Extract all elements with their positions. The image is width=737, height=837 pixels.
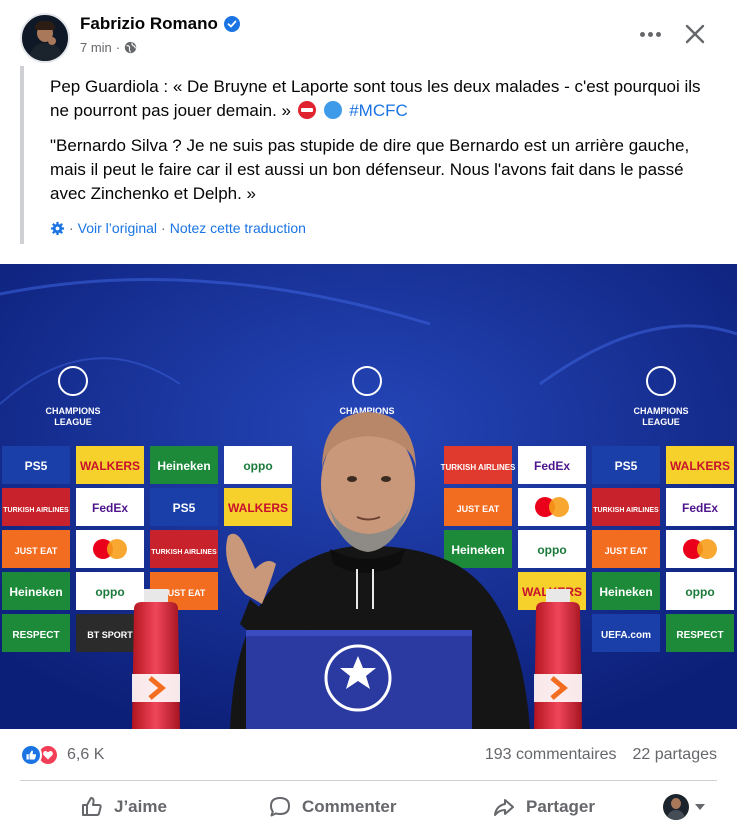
see-original-link[interactable]: Voir l’original bbox=[78, 220, 157, 236]
sponsor-logo: JUST EAT bbox=[15, 546, 58, 556]
engagement-counts: 193 commentaires 22 partages bbox=[485, 746, 717, 764]
share-label: Partager bbox=[526, 797, 595, 816]
share-button[interactable]: Partager bbox=[492, 782, 595, 832]
sponsor-logo: Heineken bbox=[9, 585, 62, 599]
post-meta: 7 min · bbox=[80, 40, 137, 55]
sponsor-logo: TURKISH AIRLINES bbox=[441, 463, 516, 472]
dot-icon bbox=[639, 31, 645, 37]
gear-icon bbox=[50, 221, 65, 235]
translation-row: · Voir l’original · Notez cette traducti… bbox=[50, 220, 306, 236]
like-label: J’aime bbox=[114, 797, 167, 816]
post-stats: 6,6 K 193 commentaires 22 partages bbox=[0, 738, 737, 774]
dot-icon bbox=[655, 31, 661, 37]
like-reaction-icon bbox=[20, 744, 42, 766]
sponsor-logo: WALKERS bbox=[228, 501, 288, 515]
verified-badge-icon bbox=[223, 16, 240, 32]
sponsor-logo: TURKISH AIRLINES bbox=[3, 507, 69, 514]
shares-count[interactable]: 22 partages bbox=[632, 746, 717, 764]
sponsor-logo: WALKERS bbox=[670, 459, 730, 473]
no-entry-emoji-icon bbox=[297, 101, 316, 119]
sponsor-logo: Heineken bbox=[451, 543, 504, 557]
gatorade-bottle bbox=[534, 589, 582, 729]
reactions-summary[interactable]: 6,6 K bbox=[20, 744, 104, 766]
post-time[interactable]: 7 min bbox=[80, 40, 112, 55]
profile-switcher[interactable] bbox=[663, 794, 705, 820]
post-paragraph-2: "Bernardo Silva ? Je ne suis pas stupide… bbox=[50, 136, 690, 203]
hashtag-link[interactable]: #MCFC bbox=[349, 101, 408, 120]
globe-icon bbox=[124, 41, 137, 54]
sponsor-logo: WALKERS bbox=[80, 459, 140, 473]
comment-label: Commenter bbox=[302, 797, 397, 816]
sponsor-logo: oppo bbox=[685, 585, 714, 599]
sponsor-logo: PS5 bbox=[173, 501, 196, 515]
translation-sep-2: · bbox=[161, 220, 166, 236]
sponsor-logo: PS5 bbox=[615, 459, 638, 473]
sponsor-logo: JUST EAT bbox=[605, 546, 648, 556]
sponsor-logo: JUST EAT bbox=[457, 504, 500, 514]
sponsor-logo: JUST EAT bbox=[163, 588, 206, 598]
sponsor-logo: oppo bbox=[537, 543, 566, 557]
author-row: Fabrizio Romano bbox=[80, 14, 240, 34]
more-options-button[interactable] bbox=[632, 22, 668, 46]
rate-translation-link[interactable]: Notez cette traduction bbox=[170, 220, 306, 236]
post-actions: J’aime Commenter Partager bbox=[0, 782, 737, 832]
translation-sep-1: · bbox=[69, 220, 74, 236]
like-button[interactable]: J’aime bbox=[80, 782, 167, 832]
sponsor-logo: FedEx bbox=[534, 459, 570, 473]
comment-icon bbox=[270, 797, 290, 817]
sponsor-logo: TURKISH AIRLINES bbox=[151, 549, 217, 556]
dot-icon bbox=[647, 31, 653, 37]
divider bbox=[20, 780, 717, 781]
podium bbox=[246, 630, 472, 729]
sponsor-logo: oppo bbox=[95, 585, 124, 599]
sponsor-logo: RESPECT bbox=[676, 630, 723, 641]
thumbs-up-icon bbox=[82, 797, 102, 816]
cl-label: LEAGUE bbox=[54, 417, 92, 427]
cl-label: CHAMPIONS bbox=[45, 406, 100, 416]
cl-label: CHAMPIONS bbox=[633, 406, 688, 416]
sponsor-logo: Heineken bbox=[157, 459, 210, 473]
sponsor-logo: UEFA.com bbox=[601, 630, 651, 641]
sponsor-logo: BT SPORT bbox=[87, 630, 133, 640]
sponsor-logo: FedEx bbox=[92, 501, 128, 515]
meta-separator: · bbox=[115, 40, 121, 55]
cl-label: LEAGUE bbox=[642, 417, 680, 427]
sponsor-logo: RESPECT bbox=[12, 630, 59, 641]
comment-button[interactable]: Commenter bbox=[268, 782, 396, 832]
post-photo[interactable]: CHAMPIONS LEAGUE CHAMPIONS CHAMPIONS LEA… bbox=[0, 264, 737, 729]
sponsor-logo: PS5 bbox=[25, 459, 48, 473]
sponsor-logo: Heineken bbox=[599, 585, 652, 599]
sponsor-logo: TURKISH AIRLINES bbox=[593, 507, 659, 514]
sponsor-logo: FedEx bbox=[682, 501, 718, 515]
profile-avatar bbox=[663, 794, 689, 820]
chevron-down-icon bbox=[695, 804, 705, 810]
gatorade-bottle bbox=[132, 589, 180, 729]
reaction-count[interactable]: 6,6 K bbox=[67, 746, 104, 764]
post-paragraph-1: Pep Guardiola : « De Bruyne et Laporte s… bbox=[50, 75, 710, 123]
close-icon[interactable] bbox=[681, 20, 709, 48]
author-name[interactable]: Fabrizio Romano bbox=[80, 14, 218, 34]
post-header: Fabrizio Romano 7 min · bbox=[0, 0, 737, 64]
share-arrow-icon bbox=[494, 799, 514, 816]
sponsor-logo: oppo bbox=[243, 459, 272, 473]
author-avatar[interactable] bbox=[20, 13, 70, 63]
post-text-block: Pep Guardiola : « De Bruyne et Laporte s… bbox=[20, 66, 720, 244]
comments-count[interactable]: 193 commentaires bbox=[485, 746, 617, 764]
blue-circle-emoji-icon bbox=[324, 101, 343, 119]
